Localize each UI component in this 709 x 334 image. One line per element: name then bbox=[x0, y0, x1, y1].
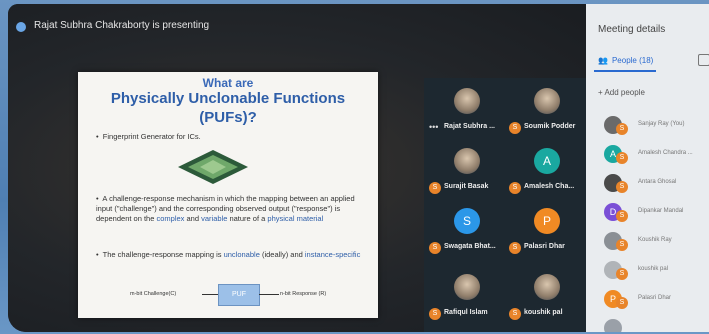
person-name: Amalesh Chandra ... bbox=[638, 150, 693, 156]
meeting-details-panel: Meeting details 👥 People (18) + Add peopl… bbox=[586, 4, 709, 332]
people-icon: 👥 bbox=[598, 56, 608, 65]
more-options-icon[interactable]: ••• bbox=[429, 122, 438, 132]
person-name: Koushik Ray bbox=[638, 237, 672, 243]
list-item[interactable]: P S Palasri Dhar bbox=[598, 289, 709, 311]
participant-tile[interactable]: S Surajit Basak bbox=[426, 142, 506, 200]
status-badge: S bbox=[429, 308, 441, 320]
add-people-label: Add people bbox=[604, 88, 645, 97]
slide-highlight-material: physical material bbox=[267, 214, 324, 223]
participant-tile[interactable]: S S Swagata Bhat... bbox=[426, 202, 506, 260]
participant-name: Palasri Dhar bbox=[524, 243, 565, 250]
chat-tab-icon[interactable] bbox=[698, 54, 709, 66]
status-badge: S bbox=[616, 123, 628, 135]
slide-bullet-2: • A challenge-response mechanism in whic… bbox=[96, 194, 355, 223]
tab-indicator bbox=[594, 70, 656, 72]
list-item[interactable]: A S Amalesh Chandra ... bbox=[598, 144, 709, 166]
participant-name: Swagata Bhat... bbox=[444, 243, 496, 250]
diagram-arrow-in bbox=[202, 294, 218, 295]
person-name: Palasri Dhar bbox=[638, 295, 672, 301]
puf-diagram: m-bit Challenge(C) PUF n-bit Response (R… bbox=[130, 282, 340, 308]
tab-people-label: People (18) bbox=[611, 56, 654, 65]
list-item[interactable]: S Koushik Ray bbox=[598, 231, 709, 253]
participant-tile[interactable]: P S Palasri Dhar bbox=[506, 202, 586, 260]
meet-window: Rajat Subhra Chakraborty is presenting W… bbox=[8, 4, 709, 332]
avatar bbox=[604, 319, 622, 332]
diagram-puf-box: PUF bbox=[218, 284, 260, 306]
status-badge: S bbox=[509, 182, 521, 194]
participant-tile[interactable]: A S Amalesh Cha... bbox=[506, 142, 586, 200]
status-badge: S bbox=[429, 242, 441, 254]
slide-title-line1: What are bbox=[202, 76, 254, 90]
person-name: Antara Ghosal bbox=[638, 179, 677, 185]
participant-name: Amalesh Cha... bbox=[524, 183, 575, 190]
diagram-arrow-out bbox=[259, 294, 279, 295]
slide-bullet-1: • Fingerprint Generator for ICs. bbox=[96, 132, 201, 141]
chip-image bbox=[178, 150, 248, 184]
list-item[interactable]: S Sanjay Ray (You) bbox=[598, 115, 709, 137]
shared-slide: What are Physically Unclonable Functions… bbox=[78, 72, 378, 318]
list-item[interactable]: D S Dipankar Mandal bbox=[598, 202, 709, 224]
person-name: Sanjay Ray (You) bbox=[638, 121, 685, 127]
participant-avatar: S bbox=[454, 208, 480, 234]
status-badge: S bbox=[616, 152, 628, 164]
participant-avatar bbox=[454, 88, 480, 114]
slide-bullet-2-and: and bbox=[184, 214, 202, 223]
status-badge: S bbox=[616, 210, 628, 222]
presenter-label: Rajat Subhra Chakraborty is presenting bbox=[34, 20, 210, 31]
participant-tile[interactable]: Skoushik pal bbox=[506, 268, 586, 326]
presenting-icon bbox=[16, 22, 26, 32]
list-item[interactable] bbox=[598, 318, 709, 332]
participant-tiles: ••• Rajat Subhra ... S Soumik Podder S Suraji… bbox=[424, 78, 586, 332]
list-item[interactable]: S Antara Ghosal bbox=[598, 173, 709, 195]
participant-avatar bbox=[454, 148, 480, 174]
participant-avatar bbox=[534, 274, 560, 300]
slide-title-line2: Physically Unclonable Functions bbox=[110, 90, 346, 107]
status-badge: S bbox=[616, 297, 628, 309]
slide-bullet-3-mid: (ideally) and bbox=[259, 250, 305, 259]
participant-avatar: A bbox=[534, 148, 560, 174]
slide-highlight-instance: instance-specific bbox=[304, 250, 361, 259]
status-badge: S bbox=[616, 268, 628, 280]
diagram-input-label: m-bit Challenge(C) bbox=[130, 291, 177, 297]
participant-tile[interactable]: ••• Rajat Subhra ... bbox=[426, 82, 506, 140]
slide-bullet-3-text: The challenge-response mapping is bbox=[102, 250, 224, 259]
participant-name: Rafiqul Islam bbox=[444, 309, 488, 316]
participant-tile[interactable]: S Soumik Podder bbox=[506, 82, 586, 140]
person-name: Dipankar Mandal bbox=[638, 208, 684, 214]
tab-people[interactable]: 👥 People (18) bbox=[598, 56, 653, 65]
participant-avatar bbox=[534, 88, 560, 114]
slide-title-line3: (PUFs)? bbox=[199, 109, 257, 126]
status-badge: S bbox=[509, 122, 521, 134]
presenter-bar: Rajat Subhra Chakraborty is presenting bbox=[8, 4, 586, 46]
panel-title: Meeting details bbox=[598, 24, 666, 35]
participant-avatar bbox=[454, 274, 480, 300]
status-badge: S bbox=[509, 308, 521, 320]
slide-bullet-1-text: Fingerprint Generator for ICs. bbox=[102, 132, 201, 141]
add-people-button[interactable]: + Add people bbox=[598, 88, 645, 97]
diagram-output-label: n-bit Response (R) bbox=[280, 291, 327, 297]
participant-name: Surajit Basak bbox=[444, 183, 489, 190]
participant-avatar: P bbox=[534, 208, 560, 234]
slide-highlight-variable: variable bbox=[201, 214, 228, 223]
status-badge: S bbox=[616, 239, 628, 251]
participant-name: koushik pal bbox=[524, 309, 563, 316]
slide-bullet-3: • The challenge-response mapping is uncl… bbox=[96, 250, 361, 259]
list-item[interactable]: Skoushik pal bbox=[598, 260, 709, 282]
status-badge: S bbox=[509, 242, 521, 254]
participant-tile[interactable]: S Rafiqul Islam bbox=[426, 268, 506, 326]
person-name: koushik pal bbox=[638, 266, 669, 272]
slide-bullet-2-tail: nature of a bbox=[227, 214, 268, 223]
slide-highlight-complex: complex bbox=[156, 214, 185, 223]
slide-highlight-unclonable: unclonable bbox=[223, 250, 260, 259]
participant-name: Soumik Podder bbox=[524, 123, 576, 130]
status-badge: S bbox=[429, 182, 441, 194]
status-badge: S bbox=[616, 181, 628, 193]
participant-name: Rajat Subhra ... bbox=[444, 123, 495, 130]
